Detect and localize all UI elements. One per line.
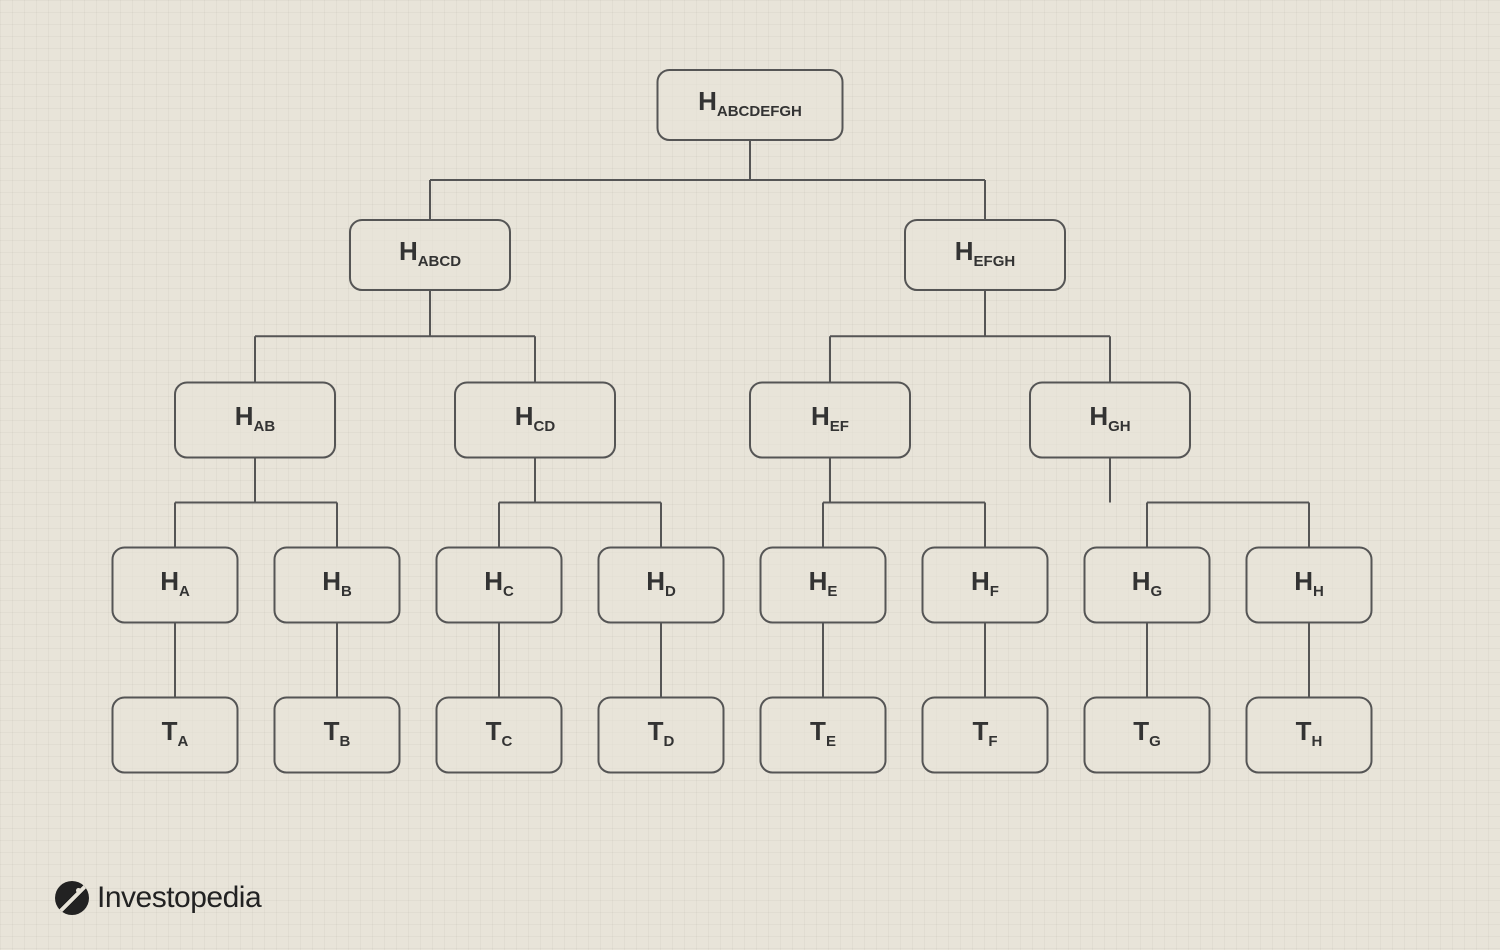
node-T-A: TA [113, 698, 238, 773]
node-H-G: HG [1085, 548, 1210, 623]
node-T-D: TD [599, 698, 724, 773]
node-T-H: TH [1247, 698, 1372, 773]
brand-attribution: Investopedia [55, 881, 261, 915]
node-H-EF: HEF [750, 383, 910, 458]
node-H-E: HE [761, 548, 886, 623]
node-T-G: TG [1085, 698, 1210, 773]
node-T-E: TE [761, 698, 886, 773]
node-H-GH: HGH [1030, 383, 1190, 458]
node-H-AB: HAB [175, 383, 335, 458]
node-H-ABCD: HABCD [350, 220, 510, 290]
node-T-C: TC [437, 698, 562, 773]
merkle-tree-diagram: HABCDEFGH HABCD HEFGH HAB HCD HEF HGH HA HB HC HD H… [0, 0, 1500, 950]
node-H-CD: HCD [455, 383, 615, 458]
brand-name: Investopedia [97, 881, 261, 915]
node-H-D: HD [599, 548, 724, 623]
node-T-F: TF [923, 698, 1048, 773]
node-T-B: TB [275, 698, 400, 773]
node-H-ABCDEFGH: HABCDEFGH [658, 70, 843, 140]
node-H-B: HB [275, 548, 400, 623]
node-H-F: HF [923, 548, 1048, 623]
node-H-C: HC [437, 548, 562, 623]
node-H-H: HH [1247, 548, 1372, 623]
investopedia-logo-icon [55, 881, 89, 915]
node-H-A: HA [113, 548, 238, 623]
node-H-EFGH: HEFGH [905, 220, 1065, 290]
